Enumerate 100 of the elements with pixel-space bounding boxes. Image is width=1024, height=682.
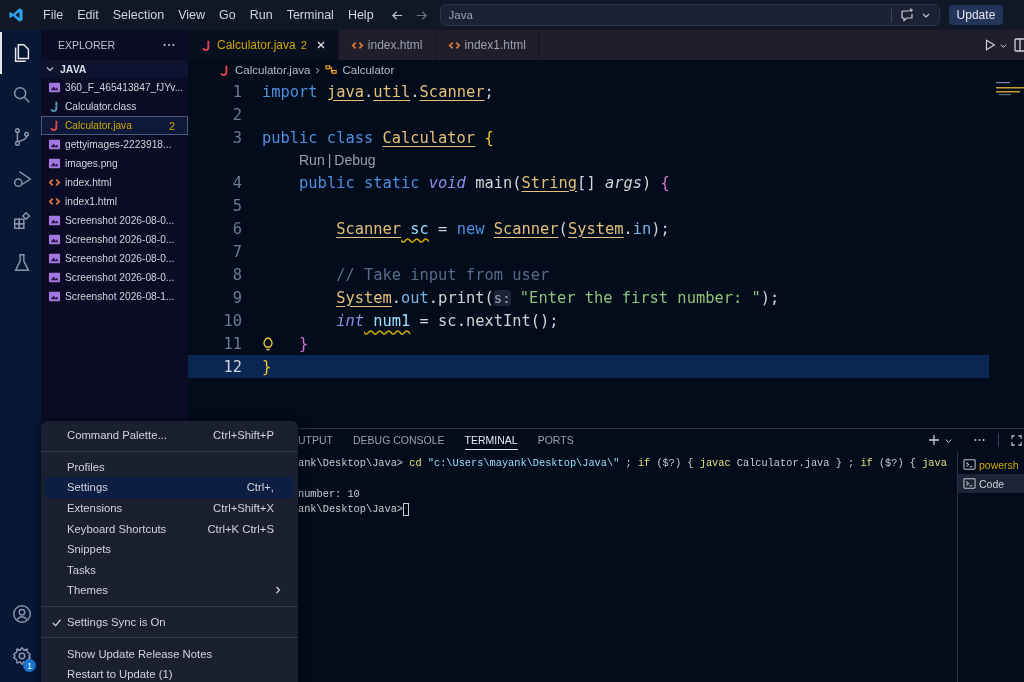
explorer-entry[interactable]: Screenshot 2026-08-1... (41, 287, 188, 306)
file-name: Screenshot 2026-08-0... (65, 215, 175, 226)
maximize-icon[interactable] (1011, 434, 1022, 446)
file-name: Screenshot 2026-08-0... (65, 234, 175, 245)
line-number: 2 (231, 105, 242, 124)
folder-header[interactable]: JAVA (41, 60, 188, 78)
codelens-link[interactable]: Run (299, 152, 325, 168)
image-icon (48, 290, 61, 303)
problem-count: 2 (168, 119, 175, 132)
close-icon[interactable] (315, 40, 326, 50)
line-number: 12 (222, 357, 242, 376)
code-line: Scanner sc = new Scanner(System.in); (336, 219, 670, 238)
panel-tab[interactable]: UTPUT (298, 430, 333, 450)
menu-item[interactable]: View (171, 8, 212, 22)
settings-icon[interactable] (10, 645, 33, 667)
more-icon[interactable] (162, 43, 176, 47)
file-name: gettyimages-2223918... (65, 139, 172, 150)
code-line: int num1 = sc.nextInt(); (336, 311, 559, 330)
explorer-entry[interactable]: Screenshot 2026-08-0... (41, 230, 188, 249)
line-number: 10 (222, 311, 242, 330)
context-menu-option[interactable]: Settings Ctrl+, (45, 477, 294, 498)
panel-tab[interactable]: TERMINAL (464, 430, 518, 450)
image-icon (48, 81, 61, 94)
notification-badge: 1 (23, 659, 36, 672)
line-number: 9 (231, 288, 242, 307)
chat-sparkle-icon[interactable] (898, 7, 915, 23)
class-symbol-icon (325, 63, 339, 77)
explorer-entry[interactable]: gettyimages-2223918... (41, 135, 188, 154)
chevron-icon[interactable] (45, 64, 55, 74)
tab-label: Calculator.java (217, 38, 296, 52)
tab-label: index1.html (464, 38, 526, 52)
editor-tab[interactable]: index1.html (435, 30, 539, 60)
context-menu-option[interactable]: Command Palette... Ctrl+Shift+P (45, 425, 294, 446)
menu-item[interactable]: File (36, 8, 71, 22)
search-bar[interactable]: Java (439, 4, 940, 26)
menu-item[interactable]: Help (340, 8, 381, 22)
folder-name: JAVA (60, 63, 87, 75)
terminal-line: ank\Desktop\Java> (298, 503, 404, 516)
editor-tab[interactable]: Calculator.java 2 (188, 30, 339, 60)
panel-tab[interactable]: PORTS (537, 430, 574, 450)
lightbulb-icon[interactable] (262, 336, 274, 351)
add-icon[interactable] (928, 434, 940, 446)
codelens-separator: | (327, 152, 332, 168)
sidebar-title: EXPLORER (58, 39, 116, 51)
terminal-line: ank\Desktop\Java> cd "c:\Users\mayank\Desktop\Java\" ; if ($?) { javac Calculator.java } ; if ($?) { java (298, 456, 947, 469)
line-number: 11 (222, 334, 242, 353)
terminal-item[interactable]: powersh (958, 455, 1024, 474)
panel-tab[interactable]: DEBUG CONSOLE (353, 430, 445, 450)
line-number: 6 (231, 219, 242, 238)
image-icon (48, 214, 61, 227)
menu-item[interactable]: Run (242, 8, 280, 22)
line-number: 8 (231, 265, 242, 284)
explorer-entry[interactable]: Screenshot 2026-08-0... (41, 249, 188, 268)
file-name: images.png (65, 158, 118, 169)
line-number: 3 (231, 128, 242, 147)
file-name: 360_F_465413847_fJYv... (65, 82, 184, 93)
file-name: Screenshot 2026-08-1... (65, 291, 175, 302)
menu-item[interactable]: Selection (105, 8, 172, 22)
code-line: } (262, 357, 272, 376)
terminal-item[interactable]: Code (958, 474, 1024, 493)
update-button[interactable]: Update (948, 5, 1004, 25)
explorer-entry[interactable]: Calculator.class (41, 97, 188, 116)
tab-label: index.html (367, 38, 423, 52)
image-icon (48, 252, 61, 265)
line-number: 1 (231, 82, 242, 101)
file-name: index1.html (65, 196, 118, 207)
breadcrumb-item[interactable]: Calculator (342, 64, 395, 76)
code-line: public static void main(String[] args) { (299, 173, 670, 192)
file-name: Calculator.class (65, 101, 137, 112)
code-line: System.out.print(s: "Enter the first number: "); (336, 288, 780, 307)
explorer-entry[interactable]: Screenshot 2026-08-0... (41, 211, 188, 230)
explorer-entry[interactable]: index.html (41, 173, 188, 192)
explorer-entry[interactable]: index1.html (41, 192, 188, 211)
menu-item[interactable]: Terminal (279, 8, 341, 22)
image-icon (48, 157, 61, 170)
line-number: 5 (231, 196, 242, 215)
search-field[interactable]: Java (440, 9, 891, 21)
split-editor-icon[interactable] (1014, 37, 1024, 53)
explorer-entry[interactable]: Calculator.java 2 (41, 116, 188, 135)
file-name: Calculator.java (65, 120, 132, 131)
menu-item[interactable]: Edit (70, 8, 106, 22)
run-icon[interactable] (983, 38, 997, 52)
line-number: 7 (231, 242, 242, 261)
code-line: } (299, 334, 309, 353)
editor-tab[interactable]: index.html (338, 30, 436, 60)
explorer-entry[interactable]: images.png (41, 154, 188, 173)
codelens-link[interactable]: Debug (334, 152, 376, 168)
file-name: index.html (65, 177, 112, 188)
problem-count: 2 (300, 39, 307, 51)
image-icon (48, 271, 61, 284)
code-line: public class Calculator { (262, 128, 494, 147)
image-icon (48, 138, 61, 151)
explorer-entry[interactable]: 360_F_465413847_fJYv... (41, 78, 188, 97)
code-line: // Take input from user (336, 265, 550, 284)
breadcrumb-item[interactable]: Calculator.java (235, 64, 311, 76)
explorer-entry[interactable]: Screenshot 2026-08-0... (41, 268, 188, 287)
menu-item[interactable]: Go (212, 8, 243, 22)
file-name: Screenshot 2026-08-0... (65, 253, 175, 264)
more-icon[interactable] (973, 438, 986, 442)
account-icon[interactable] (10, 603, 33, 625)
